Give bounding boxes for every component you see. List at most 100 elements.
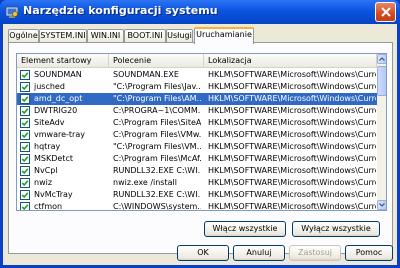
checkmark-icon — [21, 156, 29, 163]
startup-item-row[interactable]: DWTRIG20 C:\PROGRA~1\COMM... HKLM\SOFTWARE… — [17, 105, 377, 117]
startup-item-row[interactable]: NvCpl RUNDLL32.EXE C:\WI... HKLM\SOFTWARE\… — [17, 165, 377, 177]
startup-item-location: HKLM\SOFTWARE\Microsoft\Windows\CurrentV… — [208, 118, 376, 127]
tab-general[interactable]: Ogólne — [8, 29, 39, 43]
startup-item-command: C:\WINDOWS\system... — [113, 202, 201, 211]
apply-button[interactable]: Zastosuj — [289, 245, 341, 261]
startup-item-row[interactable]: vmware-tray C:\Program Files\VMw... HKLM\S… — [17, 129, 377, 141]
window-title: Narzędzie konfiguracji systemu — [23, 4, 218, 17]
close-icon — [381, 7, 391, 17]
startup-item-name: nwiz — [34, 178, 53, 187]
checkmark-icon — [21, 192, 29, 199]
startup-item-name: NvMcTray — [34, 190, 73, 199]
checkmark-icon — [21, 168, 29, 175]
startup-item-command: nwiz.exe /install — [113, 178, 177, 187]
startup-item-checkbox[interactable] — [20, 190, 30, 200]
startup-item-command: RUNDLL32.EXE C:\WI... — [113, 190, 201, 199]
enable-all-button[interactable]: Włącz wszystkie — [204, 221, 286, 237]
list-rows: SOUNDMAN SOUNDMAN.EXE HKLM\SOFTWARE\Micros… — [17, 69, 377, 211]
startup-item-location: HKLM\SOFTWARE\Microsoft\Windows\CurrentV… — [208, 142, 376, 151]
startup-item-row[interactable]: nwiz nwiz.exe /install HKLM\SOFTWARE\Micro… — [17, 177, 377, 189]
tab-win-ini[interactable]: WIN.INI — [87, 29, 124, 43]
startup-item-row[interactable]: jusched "C:\Program Files\Jav... HKLM\SOFT… — [17, 81, 377, 93]
startup-item-row[interactable]: amd_dc_opt "C:\Program Files\AM... HKLM\SO… — [17, 93, 377, 105]
help-button[interactable]: Pomoc — [345, 245, 393, 261]
checkmark-icon — [21, 180, 29, 187]
startup-item-checkbox[interactable] — [20, 82, 30, 92]
cancel-button[interactable]: Anuluj — [233, 245, 285, 261]
arrow-down-icon — [379, 203, 385, 207]
title-bar[interactable]: Narzędzie konfiguracji systemu — [0, 0, 400, 24]
scroll-down-button[interactable] — [377, 200, 386, 210]
startup-item-row[interactable]: MSKDetct C:\Program Files\McAf... HKLM\SOF… — [17, 153, 377, 165]
startup-item-checkbox[interactable] — [20, 142, 30, 152]
startup-item-location: HKLM\SOFTWARE\Microsoft\Windows\CurrentV… — [208, 106, 376, 115]
checkmark-icon — [21, 120, 29, 127]
tab-system-ini[interactable]: SYSTEM.INI — [39, 29, 87, 43]
column-location[interactable]: Lokalizacja — [204, 54, 377, 68]
startup-list[interactable]: Element startowy Polecenie Lokalizacja S… — [16, 53, 387, 211]
startup-item-checkbox[interactable] — [20, 106, 30, 116]
arrow-up-icon — [379, 57, 385, 61]
tab-boot-ini[interactable]: BOOT.INI — [124, 29, 166, 43]
checkmark-icon — [21, 108, 29, 115]
startup-item-name: hqtray — [34, 142, 61, 151]
startup-item-checkbox[interactable] — [20, 154, 30, 164]
dialog-body: Ogólne SYSTEM.INI WIN.INI BOOT.INI Usług… — [3, 24, 397, 265]
startup-item-location: HKLM\SOFTWARE\Microsoft\Windows\CurrentV… — [208, 82, 376, 91]
startup-item-row[interactable]: ctfmon C:\WINDOWS\system... HKLM\SOFTWARE\… — [17, 201, 377, 211]
checkmark-icon — [21, 204, 29, 210]
ok-button[interactable]: OK — [177, 245, 229, 261]
startup-item-command: C:\Program Files\VMw... — [113, 130, 201, 139]
checkmark-icon — [21, 96, 29, 103]
tab-startup[interactable]: Uruchamianie — [194, 27, 254, 44]
startup-item-location: HKLM\SOFTWARE\Microsoft\Windows\CurrentV… — [208, 190, 376, 199]
startup-panel: Element startowy Polecenie Lokalizacja S… — [8, 42, 393, 254]
scroll-thumb[interactable] — [377, 66, 386, 96]
disable-all-button[interactable]: Wyłącz wszystkie — [292, 221, 380, 237]
config-window: Narzędzie konfiguracji systemu Ogólne SY… — [0, 0, 400, 268]
startup-item-location: HKLM\SOFTWARE\Microsoft\Windows\CurrentV… — [208, 178, 376, 187]
startup-item-location: HKLM\SOFTWARE\Microsoft\Windows\CurrentV… — [208, 70, 376, 79]
startup-item-name: DWTRIG20 — [34, 106, 78, 115]
startup-item-command: "C:\Program Files\VM... — [113, 142, 201, 151]
column-startup-item[interactable]: Element startowy — [17, 54, 109, 68]
startup-item-checkbox[interactable] — [20, 178, 30, 188]
startup-item-location: HKLM\SOFTWARE\Microsoft\Windows\CurrentV… — [208, 94, 376, 103]
startup-item-row[interactable]: SiteAdv C:\Program Files\SiteA... HKLM\SOF… — [17, 117, 377, 129]
close-button[interactable] — [375, 2, 396, 22]
system-config-icon — [5, 5, 19, 19]
startup-item-location: HKLM\SOFTWARE\Microsoft\Windows\CurrentV… — [208, 166, 376, 175]
startup-item-checkbox[interactable] — [20, 70, 30, 80]
list-header: Element startowy Polecenie Lokalizacja — [17, 54, 377, 68]
startup-item-row[interactable]: hqtray "C:\Program Files\VM... HKLM\SOFTWA… — [17, 141, 377, 153]
tab-services[interactable]: Usługi — [166, 29, 193, 43]
checkmark-icon — [21, 72, 29, 79]
startup-item-row[interactable]: SOUNDMAN SOUNDMAN.EXE HKLM\SOFTWARE\Micros… — [17, 69, 377, 81]
column-command[interactable]: Polecenie — [109, 54, 204, 68]
startup-item-row[interactable]: NvMcTray RUNDLL32.EXE C:\WI... HKLM\SOFTWA… — [17, 189, 377, 201]
startup-item-command: C:\Program Files\McAf... — [113, 154, 201, 163]
startup-item-checkbox[interactable] — [20, 130, 30, 140]
startup-item-checkbox[interactable] — [20, 94, 30, 104]
startup-item-name: SiteAdv — [34, 118, 65, 127]
startup-item-location: HKLM\SOFTWARE\Microsoft\Windows\CurrentV… — [208, 154, 376, 163]
startup-item-checkbox[interactable] — [20, 166, 30, 176]
startup-item-name: ctfmon — [34, 202, 63, 211]
checkmark-icon — [21, 132, 29, 139]
startup-item-command: C:\PROGRA~1\COMM... — [113, 106, 201, 115]
startup-item-name: NvCpl — [34, 166, 58, 175]
startup-item-checkbox[interactable] — [20, 202, 30, 210]
startup-item-location: HKLM\SOFTWARE\Microsoft\Windows\CurrentV… — [208, 130, 376, 139]
scroll-up-button[interactable] — [377, 54, 386, 64]
startup-item-command: "C:\Program Files\Jav... — [113, 82, 201, 91]
startup-item-name: vmware-tray — [34, 130, 85, 139]
startup-item-name: amd_dc_opt — [34, 94, 83, 103]
startup-item-checkbox[interactable] — [20, 118, 30, 128]
startup-item-location: HKLM\SOFTWARE\Microsoft\Windows\CurrentV… — [208, 202, 376, 211]
startup-item-command: C:\Program Files\SiteA... — [113, 118, 201, 127]
startup-item-name: SOUNDMAN — [34, 70, 82, 79]
startup-item-name: MSKDetct — [34, 154, 73, 163]
checkmark-icon — [21, 84, 29, 91]
vertical-scrollbar[interactable] — [377, 54, 386, 210]
startup-item-name: jusched — [34, 82, 65, 91]
